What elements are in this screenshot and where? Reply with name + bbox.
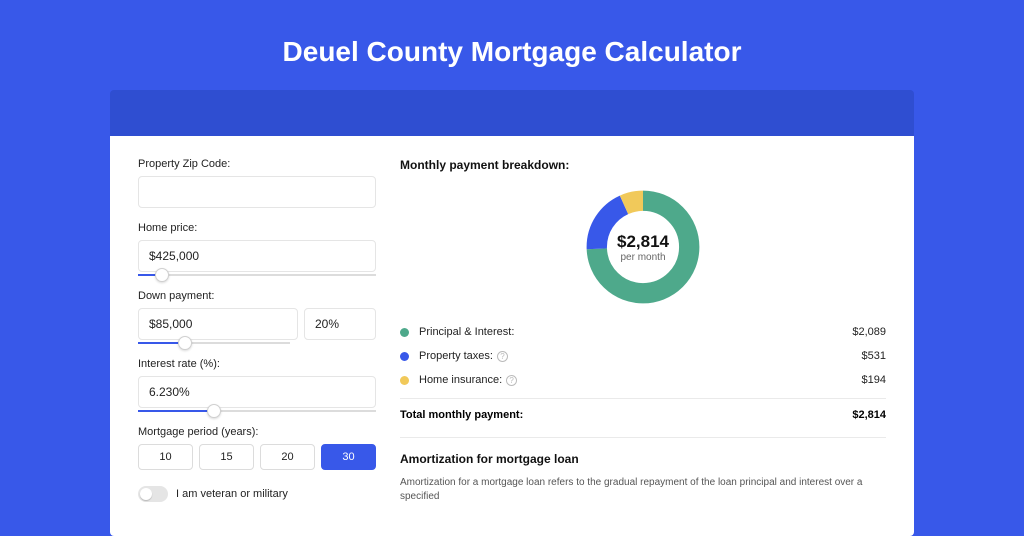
legend-label: Property taxes: ? [419, 350, 862, 362]
down-payment-block: Down payment: [138, 290, 376, 344]
form-panel: Property Zip Code: Home price: Down paym… [138, 158, 376, 536]
info-icon[interactable]: ? [506, 375, 517, 386]
zip-field-block: Property Zip Code: [138, 158, 376, 208]
donut-amount: $2,814 [617, 232, 669, 252]
down-payment-input[interactable] [138, 308, 298, 340]
header-stripe [110, 90, 914, 136]
legend-label: Home insurance: ? [419, 374, 862, 386]
home-price-label: Home price: [138, 222, 376, 234]
legend-row: Home insurance: ?$194 [400, 374, 886, 386]
total-label: Total monthly payment: [400, 409, 852, 421]
legend-label: Principal & Interest: [419, 326, 852, 338]
home-price-block: Home price: [138, 222, 376, 276]
zip-input[interactable] [138, 176, 376, 208]
legend: Principal & Interest:$2,089 Property taxe… [400, 326, 886, 386]
period-btn-20[interactable]: 20 [260, 444, 315, 470]
slider-handle[interactable] [207, 404, 221, 418]
amortization-text: Amortization for a mortgage loan refers … [400, 476, 886, 504]
breakdown-title: Monthly payment breakdown: [400, 158, 886, 172]
period-btn-10[interactable]: 10 [138, 444, 193, 470]
period-block: Mortgage period (years): 10152030 [138, 426, 376, 470]
period-btn-30[interactable]: 30 [321, 444, 376, 470]
home-price-input[interactable] [138, 240, 376, 272]
interest-rate-slider[interactable] [138, 410, 376, 412]
legend-value: $2,089 [852, 326, 886, 338]
interest-rate-block: Interest rate (%): [138, 358, 376, 412]
total-value: $2,814 [852, 409, 886, 421]
interest-rate-label: Interest rate (%): [138, 358, 376, 370]
down-payment-pct-input[interactable] [304, 308, 376, 340]
donut-sub: per month [620, 252, 665, 263]
slider-handle[interactable] [155, 268, 169, 282]
legend-row: Property taxes: ?$531 [400, 350, 886, 362]
legend-value: $194 [862, 374, 886, 386]
info-icon[interactable]: ? [497, 351, 508, 362]
veteran-toggle[interactable] [138, 486, 168, 502]
calculator-card: Property Zip Code: Home price: Down paym… [110, 136, 914, 536]
down-payment-slider[interactable] [138, 342, 290, 344]
breakdown-panel: Monthly payment breakdown: $2,814 per mo… [400, 158, 886, 536]
zip-label: Property Zip Code: [138, 158, 376, 170]
donut-chart-wrap: $2,814 per month [400, 186, 886, 308]
period-label: Mortgage period (years): [138, 426, 376, 438]
period-btn-15[interactable]: 15 [199, 444, 254, 470]
down-payment-label: Down payment: [138, 290, 376, 302]
amortization-section: Amortization for mortgage loan Amortizat… [400, 437, 886, 504]
legend-row: Principal & Interest:$2,089 [400, 326, 886, 338]
home-price-slider[interactable] [138, 274, 376, 276]
interest-rate-input[interactable] [138, 376, 376, 408]
legend-dot-icon [400, 352, 409, 361]
amortization-title: Amortization for mortgage loan [400, 452, 886, 466]
donut-chart: $2,814 per month [582, 186, 704, 308]
veteran-label: I am veteran or military [176, 488, 288, 500]
legend-value: $531 [862, 350, 886, 362]
total-row: Total monthly payment: $2,814 [400, 398, 886, 421]
legend-dot-icon [400, 376, 409, 385]
slider-handle[interactable] [178, 336, 192, 350]
page-title: Deuel County Mortgage Calculator [0, 0, 1024, 90]
donut-center: $2,814 per month [582, 186, 704, 308]
legend-dot-icon [400, 328, 409, 337]
veteran-row: I am veteran or military [138, 486, 376, 502]
